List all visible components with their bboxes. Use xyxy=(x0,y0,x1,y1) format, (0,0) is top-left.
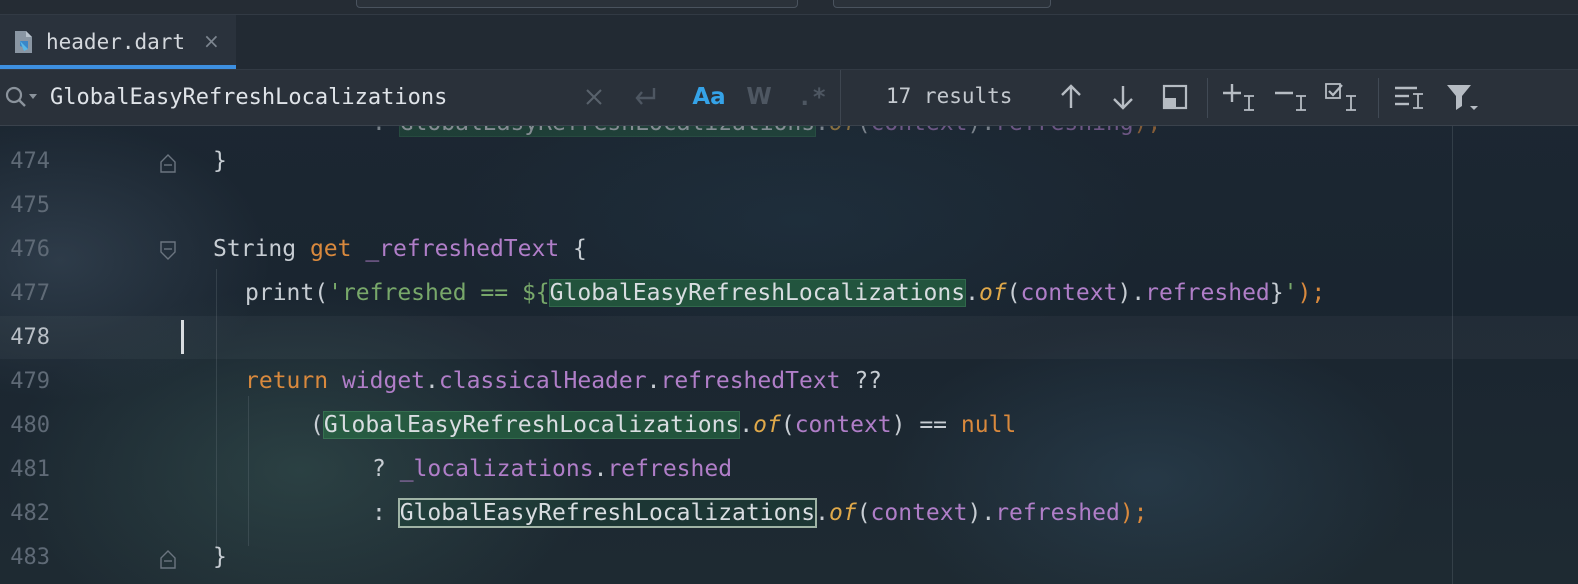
code-text: } xyxy=(213,148,227,174)
code-line: 482 : GlobalEasyRefreshLocalizations.of(… xyxy=(0,492,1578,535)
line-number: 475 xyxy=(10,193,50,218)
regex-toggle[interactable]: .* xyxy=(798,80,827,114)
code-line: 477 print('refreshed == ${GlobalEasyRefr… xyxy=(0,272,1578,315)
code-text: } xyxy=(213,544,227,570)
code-text: return widget.classicalHeader.refreshedT… xyxy=(245,368,883,394)
find-bar: Aa W .* 17 results xyxy=(0,70,1578,126)
line-number: 478 xyxy=(10,325,50,350)
current-search-match: GlobalEasyRefreshLocalizations xyxy=(397,498,818,528)
add-selection-icon[interactable] xyxy=(1222,80,1258,114)
code-line: 476 String get _refreshedText { xyxy=(0,228,1578,271)
line-number: 483 xyxy=(10,545,50,570)
remove-selection-icon[interactable] xyxy=(1274,80,1310,114)
code-line: 480 (GlobalEasyRefreshLocalizations.of(c… xyxy=(0,404,1578,447)
tab-header-dart[interactable]: header.dart × xyxy=(0,15,236,69)
clipped-code: : GlobalEasyRefreshLocalizations.of(cont… xyxy=(372,126,1161,137)
toolbar-field[interactable] xyxy=(356,0,798,8)
code-text: String get _refreshedText { xyxy=(213,236,587,262)
words-toggle[interactable]: W xyxy=(744,80,774,114)
search-icon[interactable] xyxy=(4,85,38,109)
close-tab-icon[interactable]: × xyxy=(203,29,220,53)
code-line: 474 } xyxy=(0,140,1578,183)
results-count: 17 results xyxy=(886,84,1013,108)
line-number: 479 xyxy=(10,369,50,394)
open-in-window-icon[interactable] xyxy=(1160,80,1190,114)
code-line: 475 xyxy=(0,184,1578,227)
select-all-occurrences-icon[interactable] xyxy=(1324,80,1362,114)
next-occurrence-icon[interactable] xyxy=(1108,80,1138,114)
new-line-icon[interactable] xyxy=(630,80,664,114)
find-field-area: Aa W .* xyxy=(0,70,841,125)
filter-icon[interactable] xyxy=(1444,80,1480,114)
current-code-line: 478 xyxy=(0,316,1578,359)
ide-window: header.dart × Aa W .* 17 res xyxy=(0,0,1578,584)
code-line: 483 } xyxy=(0,536,1578,579)
toolbar-separator xyxy=(1378,78,1379,118)
match-case-toggle[interactable]: Aa xyxy=(692,80,726,114)
fold-start-icon[interactable] xyxy=(159,240,177,262)
filter-options-icon[interactable] xyxy=(1392,80,1428,114)
line-number: 477 xyxy=(10,281,50,306)
run-config-selector[interactable] xyxy=(833,0,1051,8)
clear-icon[interactable] xyxy=(582,80,606,114)
line-number: 481 xyxy=(10,457,50,482)
code-line: 479 return widget.classicalHeader.refres… xyxy=(0,360,1578,403)
fold-end-icon[interactable] xyxy=(159,152,177,174)
code-line: 481 ? _localizations.refreshed xyxy=(0,448,1578,491)
search-input[interactable] xyxy=(50,82,570,112)
tab-label: header.dart xyxy=(46,30,186,54)
code-text: : GlobalEasyRefreshLocalizations.of(cont… xyxy=(372,498,1148,528)
code-text: ? _localizations.refreshed xyxy=(372,456,733,482)
search-match: GlobalEasyRefreshLocalizations xyxy=(322,411,741,439)
active-tab-indicator xyxy=(0,65,236,69)
code-text: print('refreshed == ${GlobalEasyRefreshL… xyxy=(245,279,1326,307)
code-editor[interactable]: : GlobalEasyRefreshLocalizations.of(cont… xyxy=(0,126,1578,584)
line-number: 482 xyxy=(10,501,50,526)
line-number: 476 xyxy=(10,237,50,262)
previous-occurrence-icon[interactable] xyxy=(1056,80,1086,114)
dart-file-icon xyxy=(15,31,32,53)
line-number: 480 xyxy=(10,413,50,438)
code-text: (GlobalEasyRefreshLocalizations.of(conte… xyxy=(310,411,1017,439)
line-number: 474 xyxy=(10,149,50,174)
fold-end-icon[interactable] xyxy=(159,548,177,570)
text-caret xyxy=(181,320,184,354)
editor-tab-bar: header.dart × xyxy=(0,15,1578,70)
search-match: GlobalEasyRefreshLocalizations xyxy=(548,279,967,307)
toolbar-separator xyxy=(1207,78,1208,118)
top-toolbar xyxy=(0,0,1578,15)
